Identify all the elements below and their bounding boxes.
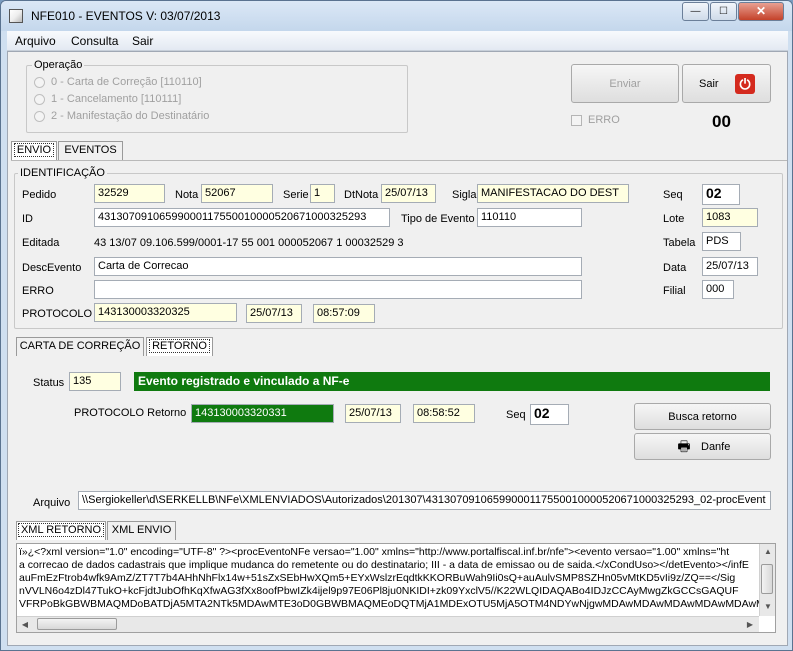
- protocolo-retorno-field[interactable]: 143130003320331: [191, 404, 334, 423]
- retorno-hora-field[interactable]: 08:58:52: [413, 404, 475, 423]
- radio-cancelamento-label: 1 - Cancelamento [110111]: [51, 93, 182, 105]
- serie-field[interactable]: 1: [310, 184, 335, 203]
- retorno-seq-field[interactable]: 02: [530, 404, 569, 425]
- xml-line: a correcao de dados cadastrais que impli…: [19, 559, 749, 571]
- erro-field[interactable]: [94, 280, 582, 299]
- tab-envio[interactable]: ENVIO: [11, 141, 57, 160]
- scroll-up-icon[interactable]: ▲: [760, 544, 775, 560]
- tabela-label: Tabela: [663, 237, 696, 249]
- descevento-field[interactable]: Carta de Correcao: [94, 257, 582, 276]
- app-window: NFE010 - EVENTOS V: 03/07/2013 — ☐ ✕ Arq…: [0, 0, 793, 651]
- erro-checkbox[interactable]: [571, 115, 582, 126]
- counter-value: 00: [712, 112, 731, 131]
- tipo-evento-field[interactable]: 110110: [477, 208, 582, 227]
- lote-label: Lote: [663, 213, 685, 225]
- arquivo-label: Arquivo: [33, 497, 71, 509]
- id-label: ID: [22, 213, 33, 225]
- seq-label: Seq: [663, 189, 683, 201]
- protocolo-label: PROTOCOLO: [22, 308, 93, 320]
- app-icon: [9, 9, 23, 23]
- retorno-data-field[interactable]: 25/07/13: [345, 404, 401, 423]
- id-field[interactable]: 4313070910659900011755001000052067100032…: [94, 208, 390, 227]
- protocolo-retorno-label: PROTOCOLO Retorno: [74, 407, 187, 419]
- nota-field[interactable]: 52067: [201, 184, 273, 203]
- radio-carta-correcao-label: 0 - Carta de Correção [110110]: [51, 76, 202, 88]
- tab-eventos[interactable]: EVENTOS: [58, 141, 123, 160]
- radio-cancelamento[interactable]: [34, 94, 45, 105]
- menu-consulta[interactable]: Consulta: [71, 34, 118, 48]
- vertical-scrollbar[interactable]: ▲ ▼: [759, 544, 775, 616]
- enviar-label: Enviar: [609, 78, 641, 90]
- title-bar[interactable]: NFE010 - EVENTOS V: 03/07/2013 — ☐ ✕: [1, 1, 792, 31]
- nota-label: Nota: [175, 189, 199, 201]
- xml-viewer[interactable]: ï»¿<?xml version="1.0" encoding="UTF-8" …: [16, 543, 776, 633]
- editada-value: 43 13/07 09.106.599/0001-17 55 001 00005…: [94, 237, 404, 249]
- close-button[interactable]: ✕: [738, 2, 784, 21]
- radio-manifestacao[interactable]: [34, 111, 45, 122]
- data-field[interactable]: 25/07/13: [702, 257, 758, 276]
- data-label: Data: [663, 262, 687, 274]
- filial-label: Filial: [663, 285, 686, 297]
- scroll-right-icon[interactable]: ▶: [742, 617, 758, 632]
- status-field[interactable]: 135: [69, 372, 121, 391]
- horizontal-scrollbar[interactable]: ◀ ▶: [17, 616, 759, 632]
- minimize-button[interactable]: —: [682, 2, 709, 21]
- lote-field[interactable]: 1083: [702, 208, 758, 227]
- seq-field[interactable]: 02: [702, 184, 740, 205]
- horizontal-scroll-thumb[interactable]: [37, 618, 117, 630]
- tab-retorno[interactable]: RETORNO: [146, 337, 213, 356]
- sigla-field[interactable]: MANIFESTACAO DO DEST: [477, 184, 629, 203]
- operacao-title: Operação: [32, 59, 85, 71]
- sair-label: Sair: [699, 78, 719, 90]
- vertical-scroll-thumb[interactable]: [761, 564, 773, 594]
- pedido-field[interactable]: 32529: [94, 184, 165, 203]
- printer-icon: 🖶: [677, 438, 691, 454]
- dtnota-label: DtNota: [344, 189, 379, 201]
- sair-button[interactable]: Sair ⏻: [682, 64, 771, 103]
- danfe-button[interactable]: 🖶 Danfe: [634, 433, 771, 460]
- erro-checkbox-label: ERRO: [588, 114, 620, 126]
- tabela-field[interactable]: PDS: [702, 232, 741, 251]
- retorno-seq-label: Seq: [506, 409, 526, 421]
- tab-carta-correcao[interactable]: CARTA DE CORREÇÃO: [16, 337, 144, 356]
- xml-line: auFmEzFtrob4wfk9AmZ/ZT7T7b4AHhNhFlx14w+5…: [19, 572, 736, 584]
- xml-line: nVVLN6o4zDl47TukO+kcFjdtJubOfhKqXfwAG3fX…: [19, 585, 739, 597]
- tipo-evento-label: Tipo de Evento: [401, 213, 475, 225]
- radio-manifestacao-label: 2 - Manifestação do Destinatário: [51, 110, 210, 122]
- power-icon: ⏻: [735, 74, 755, 94]
- erro-label: ERRO: [22, 285, 54, 297]
- tab-xml-retorno[interactable]: XML RETORNO: [16, 521, 106, 540]
- serie-label: Serie: [283, 189, 309, 201]
- client-area: Operação 0 - Carta de Correção [110110] …: [7, 51, 788, 646]
- scroll-down-icon[interactable]: ▼: [760, 599, 775, 615]
- protocolo-field[interactable]: 143130003320325: [94, 303, 237, 322]
- status-label: Status: [33, 377, 65, 389]
- radio-carta-correcao[interactable]: [34, 77, 45, 88]
- window-title: NFE010 - EVENTOS V: 03/07/2013: [31, 9, 221, 23]
- editada-label: Editada: [22, 237, 60, 249]
- descevento-label: DescEvento: [22, 262, 82, 274]
- protocolo-hora-field[interactable]: 08:57:09: [313, 304, 375, 323]
- xml-line: ï»¿<?xml version="1.0" encoding="UTF-8" …: [19, 546, 730, 558]
- busca-retorno-label: Busca retorno: [668, 411, 737, 423]
- xml-line: VFRPoBkGBWBMAQMDoBATDjA5MTA2NTk5MDAwMTE3…: [19, 598, 776, 610]
- protocolo-data-field[interactable]: 25/07/13: [246, 304, 302, 323]
- menu-sair[interactable]: Sair: [132, 34, 153, 48]
- identificacao-title: IDENTIFICAÇÃO: [18, 167, 107, 179]
- busca-retorno-button[interactable]: Busca retorno: [634, 403, 771, 430]
- dtnota-field[interactable]: 25/07/13: [381, 184, 436, 203]
- filial-field[interactable]: 000: [702, 280, 734, 299]
- status-message-banner: Evento registrado e vinculado a NF-e: [134, 372, 770, 391]
- sigla-label: Sigla: [452, 189, 477, 201]
- scroll-left-icon[interactable]: ◀: [17, 617, 33, 632]
- enviar-button[interactable]: Enviar: [571, 64, 679, 103]
- maximize-button[interactable]: ☐: [710, 2, 737, 21]
- pedido-label: Pedido: [22, 189, 57, 201]
- menu-bar: Arquivo Consulta Sair: [7, 31, 788, 51]
- arquivo-field[interactable]: \\Sergiokeller\d\SERKELLB\NFe\XMLENVIADO…: [78, 491, 771, 510]
- menu-arquivo[interactable]: Arquivo: [15, 34, 56, 48]
- danfe-label: Danfe: [701, 441, 731, 453]
- tab-xml-envio[interactable]: XML ENVIO: [107, 521, 176, 540]
- tab-divider: [11, 160, 787, 161]
